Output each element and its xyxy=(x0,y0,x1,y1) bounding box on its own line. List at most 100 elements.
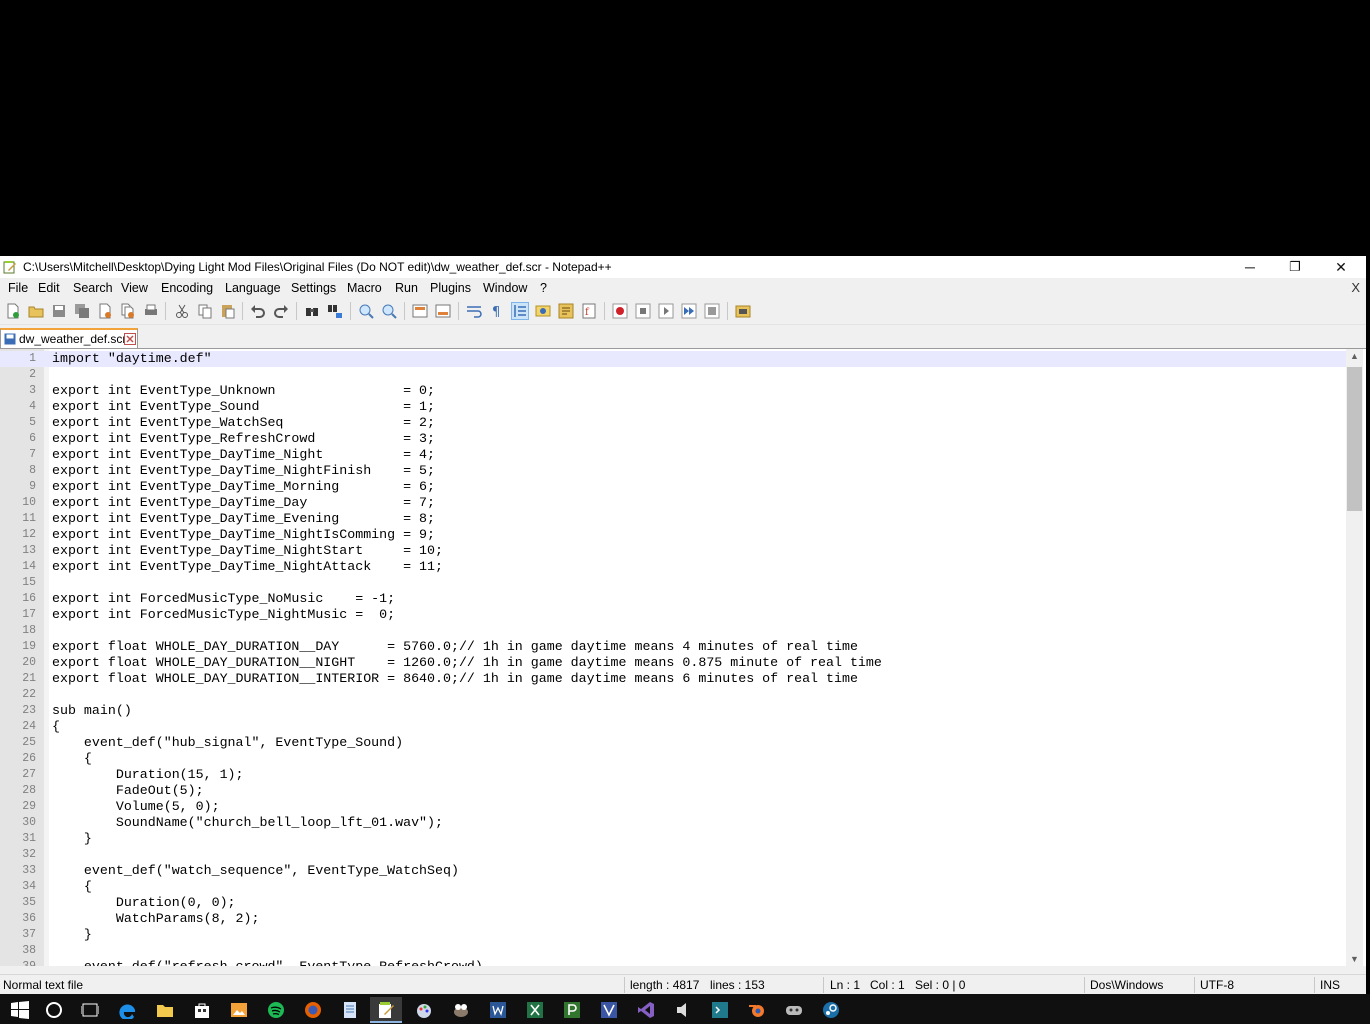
menu-plugins[interactable]: Plugins xyxy=(430,281,471,295)
code-text[interactable]: export int EventType_RefreshCrowd = 3; xyxy=(52,431,435,447)
code-line[interactable]: 25 event_def("hub_signal", EventType_Sou… xyxy=(0,735,1346,751)
code-line[interactable]: 11 export int EventType_DayTime_Evening =… xyxy=(0,511,1346,527)
menu-help[interactable]: ? xyxy=(540,281,547,295)
code-editor[interactable]: 1 import "daytime.def" 2 3 export int EventT… xyxy=(0,349,1366,966)
code-line[interactable]: 38 xyxy=(0,943,1346,959)
code-line[interactable]: 31 } xyxy=(0,831,1346,847)
taskbar-paint[interactable] xyxy=(408,997,440,1023)
sync-horizontal-icon[interactable] xyxy=(435,303,451,319)
tab-close-icon[interactable] xyxy=(124,333,136,345)
code-line[interactable]: 18 xyxy=(0,623,1346,639)
code-line[interactable]: 12 export int EventType_DayTime_NightIsCo… xyxy=(0,527,1346,543)
code-text[interactable]: export float WHOLE_DAY_DURATION__INTERIO… xyxy=(52,671,858,687)
menu-window[interactable]: Window xyxy=(483,281,527,295)
code-text[interactable]: Duration(15, 1); xyxy=(52,767,244,783)
new-file-icon[interactable] xyxy=(5,303,21,319)
close-all-icon[interactable] xyxy=(120,303,136,319)
menu-file[interactable]: File xyxy=(8,281,28,295)
function-list-icon[interactable]: f xyxy=(581,303,597,319)
tab-dw-weather-def[interactable]: dw_weather_def.scr xyxy=(0,328,138,348)
code-line[interactable]: 27 Duration(15, 1); xyxy=(0,767,1346,783)
code-line[interactable]: 32 xyxy=(0,847,1346,863)
code-text[interactable]: export int EventType_DayTime_Morning = 6… xyxy=(52,479,435,495)
taskbar-firefox[interactable] xyxy=(297,997,329,1023)
menu-settings[interactable]: Settings xyxy=(291,281,336,295)
code-line[interactable]: 2 xyxy=(0,367,1346,383)
code-text[interactable]: sub main() xyxy=(52,703,132,719)
code-line[interactable]: 29 Volume(5, 0); xyxy=(0,799,1346,815)
code-line[interactable]: 23 sub main() xyxy=(0,703,1346,719)
code-line[interactable]: 1 import "daytime.def" xyxy=(0,351,1346,367)
code-text[interactable]: export int EventType_Unknown = 0; xyxy=(52,383,435,399)
code-text[interactable]: export int EventType_Sound = 1; xyxy=(52,399,435,415)
open-file-icon[interactable] xyxy=(28,303,44,319)
close-button[interactable]: ✕ xyxy=(1318,256,1364,278)
code-line[interactable]: 36 WatchParams(8, 2); xyxy=(0,911,1346,927)
taskbar-task-view[interactable] xyxy=(74,997,106,1023)
taskbar-photos[interactable] xyxy=(223,997,255,1023)
taskbar-excel[interactable] xyxy=(519,997,551,1023)
code-text[interactable]: export int ForcedMusicType_NightMusic = … xyxy=(52,607,395,623)
code-text[interactable]: FadeOut(5); xyxy=(52,783,204,799)
code-text[interactable]: export int EventType_DayTime_Evening = 8… xyxy=(52,511,435,527)
undo-icon[interactable] xyxy=(250,303,266,319)
minimize-button[interactable]: ─ xyxy=(1227,256,1273,278)
code-text[interactable]: export int EventType_DayTime_Night = 4; xyxy=(52,447,435,463)
code-line[interactable]: 37 } xyxy=(0,927,1346,943)
code-line[interactable]: 4 export int EventType_Sound = 1; xyxy=(0,399,1346,415)
taskbar-file-explorer[interactable] xyxy=(149,997,181,1023)
scroll-up-icon[interactable]: ▲ xyxy=(1346,349,1363,363)
save-icon[interactable] xyxy=(51,303,67,319)
launch-in-browser-icon[interactable] xyxy=(735,303,751,319)
menu-macro[interactable]: Macro xyxy=(347,281,382,295)
code-text[interactable]: event_def("watch_sequence", EventType_Wa… xyxy=(52,863,459,879)
code-line[interactable]: 15 xyxy=(0,575,1346,591)
code-text[interactable]: import "daytime.def" xyxy=(52,351,212,367)
taskbar-visio[interactable] xyxy=(593,997,625,1023)
code-text[interactable]: export int EventType_DayTime_NightIsComm… xyxy=(52,527,435,543)
taskbar-notepad-plus-plus[interactable] xyxy=(370,997,402,1023)
code-text[interactable]: export float WHOLE_DAY_DURATION__DAY = 5… xyxy=(52,639,858,655)
taskbar-cortana[interactable] xyxy=(38,997,70,1023)
redo-icon[interactable] xyxy=(273,303,289,319)
code-line[interactable]: 34 { xyxy=(0,879,1346,895)
code-line[interactable]: 30 SoundName("church_bell_loop_lft_01.wa… xyxy=(0,815,1346,831)
code-line[interactable]: 14 export int EventType_DayTime_NightAtta… xyxy=(0,559,1346,575)
taskbar-notes[interactable] xyxy=(334,997,366,1023)
code-text[interactable]: { xyxy=(52,879,92,895)
taskbar-project[interactable] xyxy=(556,997,588,1023)
replace-icon[interactable] xyxy=(327,303,343,319)
cut-icon[interactable] xyxy=(174,303,190,319)
code-text[interactable]: WatchParams(8, 2); xyxy=(52,911,260,927)
code-line[interactable]: 35 Duration(0, 0); xyxy=(0,895,1346,911)
code-line[interactable]: 33 event_def("watch_sequence", EventType… xyxy=(0,863,1346,879)
print-icon[interactable] xyxy=(143,303,159,319)
code-line[interactable]: 21 export float WHOLE_DAY_DURATION__INTER… xyxy=(0,671,1346,687)
stop-macro-icon[interactable] xyxy=(635,303,651,319)
taskbar-word[interactable] xyxy=(482,997,514,1023)
code-line[interactable]: 17 export int ForcedMusicType_NightMusic … xyxy=(0,607,1346,623)
code-line[interactable]: 26 { xyxy=(0,751,1346,767)
menu-edit[interactable]: Edit xyxy=(38,281,60,295)
scrollbar-thumb[interactable] xyxy=(1347,367,1362,511)
code-line[interactable]: 10 export int EventType_DayTime_Day = 7; xyxy=(0,495,1346,511)
zoom-out-icon[interactable] xyxy=(381,303,397,319)
code-text[interactable]: } xyxy=(52,927,92,943)
taskbar-game-app[interactable] xyxy=(778,997,810,1023)
start-button[interactable] xyxy=(4,997,36,1023)
document-map-icon[interactable] xyxy=(558,303,574,319)
code-line[interactable]: 22 xyxy=(0,687,1346,703)
taskbar-terminal-app[interactable] xyxy=(704,997,736,1023)
code-text[interactable]: export int EventType_WatchSeq = 2; xyxy=(52,415,435,431)
save-all-icon[interactable] xyxy=(74,303,90,319)
code-line[interactable]: 20 export float WHOLE_DAY_DURATION__NIGHT… xyxy=(0,655,1346,671)
close-file-icon[interactable] xyxy=(97,303,113,319)
code-text[interactable]: export int EventType_DayTime_NightStart … xyxy=(52,543,443,559)
code-text[interactable]: { xyxy=(52,751,92,767)
menu-language[interactable]: Language xyxy=(225,281,281,295)
indent-guide-icon[interactable] xyxy=(511,302,529,320)
paste-icon[interactable] xyxy=(220,303,236,319)
status-encoding[interactable]: UTF-8 xyxy=(1200,978,1234,992)
word-wrap-icon[interactable] xyxy=(466,303,482,319)
code-text[interactable]: Volume(5, 0); xyxy=(52,799,220,815)
